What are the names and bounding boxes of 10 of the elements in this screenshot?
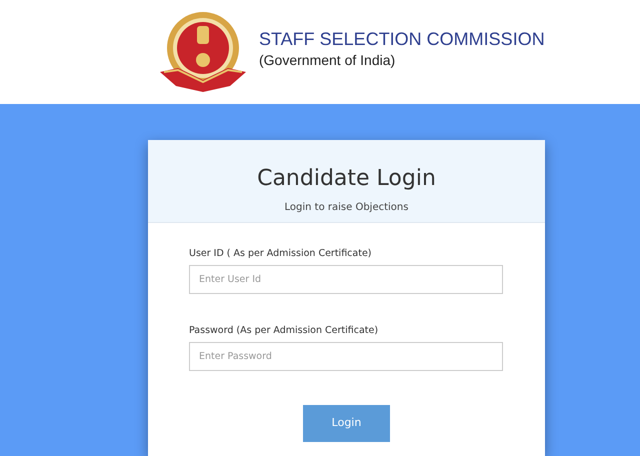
field-label: Password (As per Admission Certificate)	[189, 324, 380, 338]
organisation-name: STAFF SELECTION COMMISSION	[259, 28, 545, 50]
card-title: Candidate Login	[257, 165, 436, 193]
login-button[interactable]: Login	[303, 405, 390, 442]
password-field[interactable]: Enter Password	[189, 342, 503, 371]
emblem-logo-icon	[158, 10, 248, 92]
card-subtitle: Login to raise Objections	[284, 201, 408, 215]
organisation-subtitle: (Government of India)	[259, 51, 396, 69]
user-id-field[interactable]: Enter User Id	[189, 265, 503, 294]
field-label: User ID ( As per Admission Certificate)	[189, 247, 373, 261]
